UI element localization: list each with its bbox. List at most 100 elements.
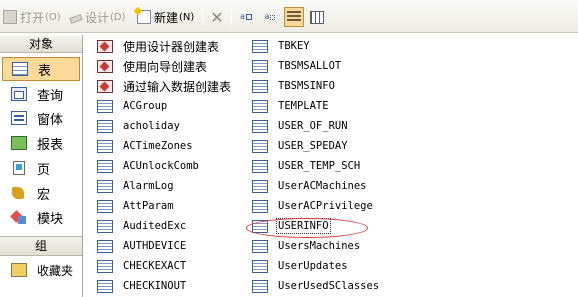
new-button[interactable]: 新建 (N) [137,7,194,27]
form-icon [11,111,27,125]
list-item-label: AUTHDEVICE [123,240,187,252]
sidebar-item-label: 页 [37,162,51,178]
table-icon [252,139,268,153]
list-item[interactable]: UserUpdates [252,256,402,276]
table-icon [97,179,113,193]
open-icon [3,10,17,24]
list-item-create-in-design-view[interactable]: 使用设计器创建表 [97,36,247,56]
sidebar-item-modules[interactable]: 模块 [2,205,80,229]
list-item-label: CHECKINOUT [123,280,187,292]
sidebar-item-pages[interactable]: 页 [2,156,80,180]
list-item[interactable]: USER_OF_RUN [252,116,402,136]
list-item-label: TBSMSALLOT [278,60,342,72]
table-icon [252,159,268,173]
design-shortcut: (D) [110,11,126,23]
table-icon [252,79,268,93]
new-icon [137,10,151,24]
list-item[interactable]: AUTHDEVICE [97,236,247,256]
list-item[interactable]: TBKEY [252,36,402,56]
report-icon [11,136,27,150]
list-item-label: ACGroup [123,100,168,112]
list-item-label: UserACMachines [278,180,367,192]
list-item[interactable]: ACTimeZones [97,136,247,156]
list-item-label: USER_OF_RUN [278,120,348,132]
objects-header[interactable]: 对象 [0,35,82,53]
list-item-label: 通过输入数据创建表 [123,79,232,94]
new-label: 新建 [154,10,179,25]
table-icon [97,279,113,293]
wizard-icon [97,59,113,73]
design-button[interactable]: 设计 (D) [69,7,126,27]
list-item[interactable]: UserUsedSClasses [252,276,402,296]
list-item[interactable]: TBSMSALLOT [252,56,402,76]
list-view-button[interactable] [284,7,304,27]
table-icon [252,99,268,113]
large-icons-button[interactable]: a [236,7,256,27]
sidebar-item-favorites[interactable]: 收藏夹 [2,258,80,282]
open-button[interactable]: 打开 (O) [3,7,61,27]
list-item[interactable]: USER_TEMP_SCH [252,156,402,176]
list-item-label: ACTimeZones [123,140,193,152]
toolbar-separator [231,8,232,25]
list-item[interactable]: UserACPrivilege [252,196,402,216]
list-item[interactable]: ACGroup [97,96,247,116]
table-icon [252,119,268,133]
list-item[interactable]: UsersMachines [252,236,402,256]
open-label: 打开 [20,10,45,25]
list-item-create-by-wizard[interactable]: 使用向导创建表 [97,56,247,76]
table-icon [97,199,113,213]
query-icon [11,87,27,101]
list-item-label: AttParam [123,200,174,212]
list-item-create-by-entering-data[interactable]: 通过输入数据创建表 [97,76,247,96]
list-item[interactable]: AuditedExc [97,216,247,236]
delete-icon: ✕ [210,7,224,27]
sidebar-item-macros[interactable]: 宏 [2,181,80,205]
large-icons-icon: a [240,12,245,21]
macro-icon [11,186,27,200]
annotation-circle [246,218,368,238]
new-shortcut: (N) [179,11,195,23]
list-item-label: UserUpdates [278,260,348,272]
list-item-label: USER_SPEDAY [278,140,348,152]
list-item-label: CHECKEXACT [123,260,187,272]
small-icons-button[interactable]: a [260,7,280,27]
sidebar-item-tables[interactable]: 表 [2,57,80,81]
open-shortcut: (O) [45,11,61,23]
toolbar-separator [202,8,203,25]
list-item[interactable]: acholiday [97,116,247,136]
table-icon [97,259,113,273]
small-icons-icon: a [264,12,270,21]
sidebar-item-reports[interactable]: 报表 [2,131,80,155]
sidebar-item-label: 模块 [37,211,64,227]
list-item[interactable]: AlarmLog [97,176,247,196]
table-icon [97,119,113,133]
list-item[interactable]: TEMPLATE [252,96,402,116]
groups-header[interactable]: 组 [0,236,82,256]
list-item[interactable]: UserACMachines [252,176,402,196]
delete-button[interactable]: ✕ [207,7,227,27]
table-icon [252,59,268,73]
page-icon [13,161,25,175]
list-item[interactable]: USER_SPEDAY [252,136,402,156]
table-icon [252,39,268,53]
list-item[interactable]: AttParam [97,196,247,216]
list-item[interactable]: TBSMSINFO [252,76,402,96]
list-view-icon [287,11,301,23]
sidebar-item-queries[interactable]: 查询 [2,82,80,106]
list-item[interactable]: ACUnlockComb [97,156,247,176]
list-item-label: TBKEY [278,40,310,52]
sidebar-item-label: 表 [38,63,52,79]
table-icon [252,179,268,193]
list-item[interactable]: CHECKINOUT [97,276,247,296]
list-item-label: 使用设计器创建表 [123,39,220,54]
list-item-label: 使用向导创建表 [123,59,208,74]
list-item[interactable]: CHECKEXACT [97,256,247,276]
details-view-button[interactable] [307,7,327,27]
design-label: 设计 [85,10,110,25]
list-item-label: AlarmLog [123,180,174,192]
small-icons-dots [270,14,276,20]
sidebar-item-forms[interactable]: 窗体 [2,106,80,130]
table-icon [97,99,113,113]
favorites-icon [11,263,27,277]
list-item-label: TEMPLATE [278,100,329,112]
